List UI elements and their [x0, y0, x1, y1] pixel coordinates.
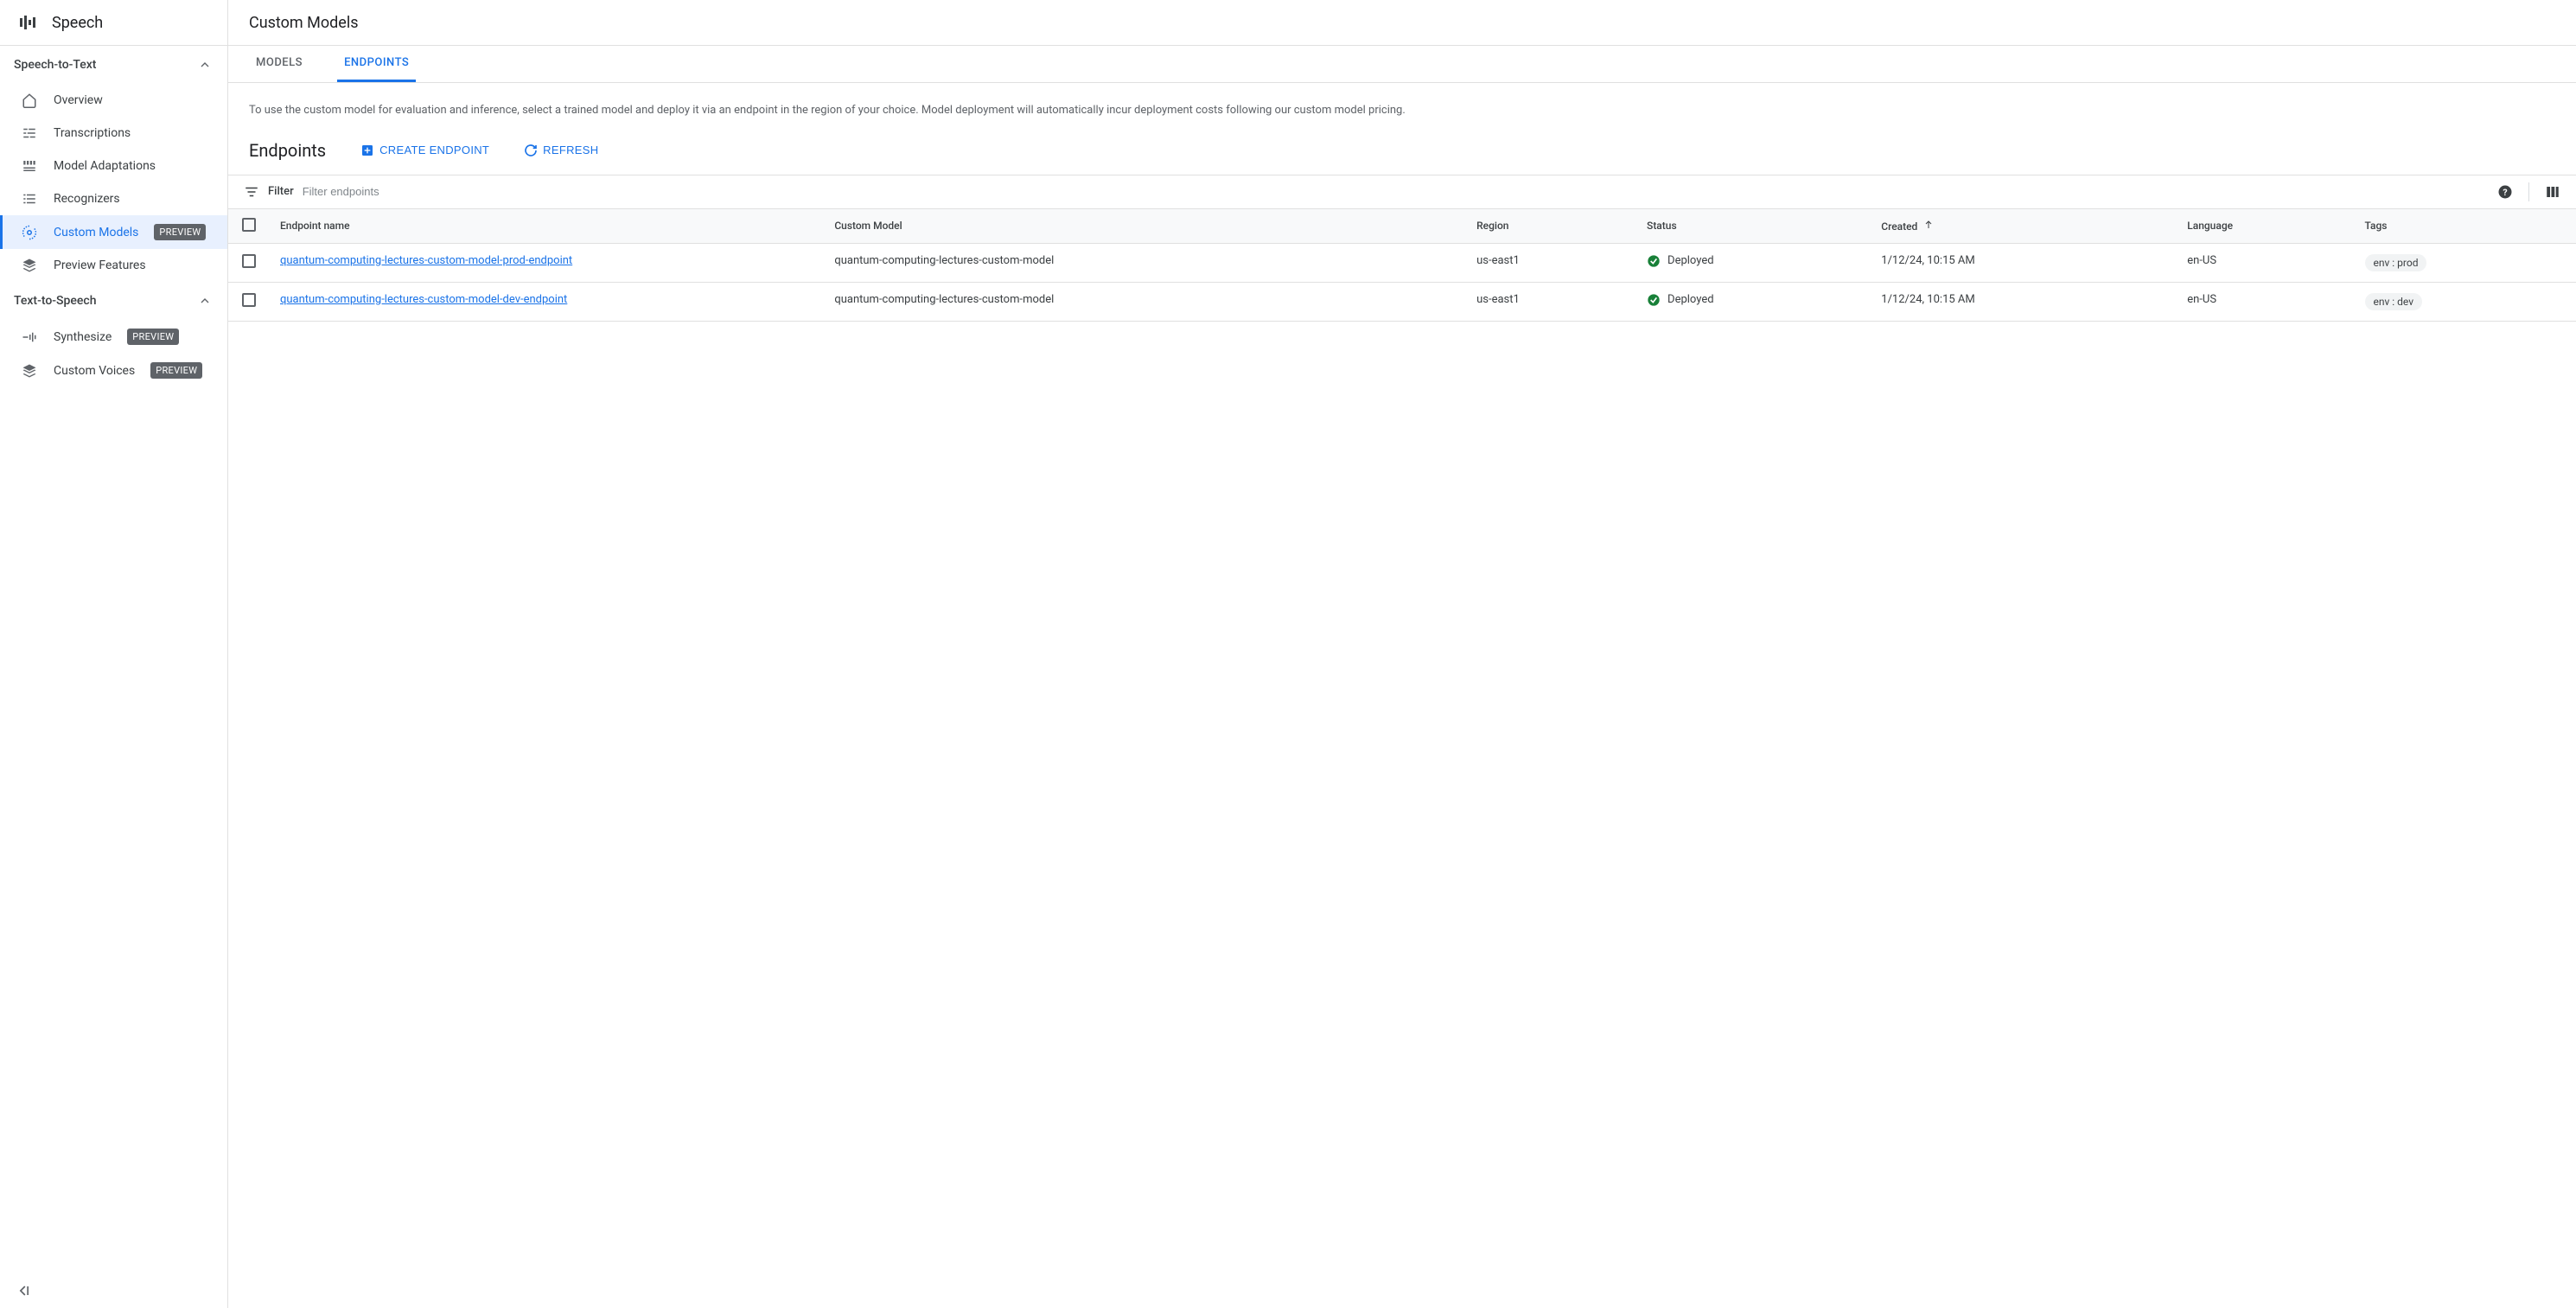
- filter-label: Filter: [268, 185, 294, 198]
- filter-icon: [244, 184, 259, 200]
- custom-model-cell: quantum-computing-lectures-custom-model: [824, 243, 1466, 282]
- nav-label: Custom Voices: [54, 364, 135, 378]
- endpoint-link[interactable]: quantum-computing-lectures-custom-model-…: [280, 254, 813, 267]
- col-created[interactable]: Created: [1871, 209, 2177, 244]
- filter-bar: Filter ?: [228, 175, 2576, 209]
- preview-badge: PREVIEW: [150, 362, 202, 379]
- button-label: CREATE ENDPOINT: [379, 144, 489, 156]
- nav-transcriptions[interactable]: Transcriptions: [0, 117, 227, 150]
- section-bar: Endpoints CREATE ENDPOINT REFRESH: [228, 130, 2576, 175]
- section-label: Text-to-Speech: [14, 294, 96, 308]
- speech-logo-icon: [17, 12, 38, 33]
- sidebar-header: Speech: [0, 0, 227, 46]
- help-icon[interactable]: ?: [2497, 184, 2513, 200]
- col-region[interactable]: Region: [1466, 209, 1636, 244]
- section-title: Endpoints: [249, 140, 326, 161]
- nav-label: Synthesize: [54, 330, 112, 344]
- col-endpoint-name[interactable]: Endpoint name: [270, 209, 824, 244]
- refresh-icon: [524, 144, 538, 157]
- plus-box-icon: [360, 144, 374, 157]
- nav-label: Model Adaptations: [54, 159, 156, 173]
- endpoint-link[interactable]: quantum-computing-lectures-custom-model-…: [280, 293, 813, 306]
- nav-label: Overview: [54, 93, 103, 107]
- col-language[interactable]: Language: [2177, 209, 2354, 244]
- nav-model-adaptations[interactable]: Model Adaptations: [0, 150, 227, 182]
- button-label: REFRESH: [543, 144, 598, 156]
- recognizers-icon: [21, 191, 38, 207]
- language-cell: en-US: [2177, 282, 2354, 321]
- select-all-header[interactable]: [228, 209, 270, 244]
- preview-badge: PREVIEW: [154, 224, 206, 240]
- collapse-sidebar-button[interactable]: [16, 1282, 33, 1299]
- endpoints-table: Endpoint name Custom Model Region Status…: [228, 209, 2576, 322]
- sidebar: Speech Speech-to-Text Overview Transcrip…: [0, 0, 228, 1308]
- chevron-up-icon: [198, 58, 212, 72]
- nav-preview-features[interactable]: Preview Features: [0, 249, 227, 282]
- home-icon: [21, 93, 38, 108]
- svg-text:?: ?: [2503, 186, 2507, 197]
- nav-synthesize[interactable]: Synthesize PREVIEW: [0, 320, 227, 354]
- filter-input[interactable]: [303, 185, 2489, 198]
- nav-custom-voices[interactable]: Custom Voices PREVIEW: [0, 354, 227, 387]
- page-description: To use the custom model for evaluation a…: [228, 83, 2576, 130]
- created-cell: 1/12/24, 10:15 AM: [1871, 243, 2177, 282]
- divider: [2528, 182, 2529, 201]
- nav-label: Recognizers: [54, 192, 120, 206]
- status-cell: Deployed: [1636, 243, 1871, 282]
- page-title: Custom Models: [228, 0, 2576, 46]
- created-cell: 1/12/24, 10:15 AM: [1871, 282, 2177, 321]
- nav-label: Preview Features: [54, 258, 146, 272]
- nav-label: Custom Models: [54, 226, 138, 239]
- col-tags[interactable]: Tags: [2355, 209, 2576, 244]
- row-checkbox[interactable]: [242, 254, 256, 268]
- tab-endpoints[interactable]: ENDPOINTS: [337, 46, 416, 82]
- region-cell: us-east1: [1466, 243, 1636, 282]
- tab-models[interactable]: MODELS: [249, 46, 309, 82]
- col-custom-model[interactable]: Custom Model: [824, 209, 1466, 244]
- columns-icon[interactable]: [2545, 184, 2560, 200]
- layers-icon: [21, 363, 38, 379]
- section-label: Speech-to-Text: [14, 58, 96, 72]
- nav-custom-models[interactable]: Custom Models PREVIEW: [0, 215, 227, 249]
- tag-chip: env : prod: [2365, 254, 2427, 271]
- preview-badge: PREVIEW: [127, 329, 179, 345]
- adaptations-icon: [21, 158, 38, 174]
- custom-models-icon: [21, 225, 38, 240]
- check-circle-icon: [1647, 254, 1661, 268]
- section-header-text-to-speech[interactable]: Text-to-Speech: [0, 282, 227, 320]
- tag-chip: env : dev: [2365, 293, 2423, 310]
- chevron-up-icon: [198, 294, 212, 308]
- synthesize-icon: [21, 329, 38, 345]
- region-cell: us-east1: [1466, 282, 1636, 321]
- sidebar-title: Speech: [52, 14, 103, 32]
- nav-label: Transcriptions: [54, 126, 131, 140]
- language-cell: en-US: [2177, 243, 2354, 282]
- status-cell: Deployed: [1636, 282, 1871, 321]
- sort-ascending-icon: [1923, 220, 1934, 233]
- col-status[interactable]: Status: [1636, 209, 1871, 244]
- table-row: quantum-computing-lectures-custom-model-…: [228, 282, 2576, 321]
- row-checkbox[interactable]: [242, 293, 256, 307]
- main-content: Custom Models MODELS ENDPOINTS To use th…: [228, 0, 2576, 1308]
- layers-icon: [21, 258, 38, 273]
- custom-model-cell: quantum-computing-lectures-custom-model: [824, 282, 1466, 321]
- tags-cell: env : prod: [2355, 243, 2576, 282]
- nav-recognizers[interactable]: Recognizers: [0, 182, 227, 215]
- tags-cell: env : dev: [2355, 282, 2576, 321]
- nav-overview[interactable]: Overview: [0, 84, 227, 117]
- check-circle-icon: [1647, 293, 1661, 307]
- refresh-button[interactable]: REFRESH: [524, 144, 598, 157]
- create-endpoint-button[interactable]: CREATE ENDPOINT: [360, 144, 489, 157]
- table-row: quantum-computing-lectures-custom-model-…: [228, 243, 2576, 282]
- section-header-speech-to-text[interactable]: Speech-to-Text: [0, 46, 227, 84]
- transcriptions-icon: [21, 125, 38, 141]
- tabs: MODELS ENDPOINTS: [228, 46, 2576, 83]
